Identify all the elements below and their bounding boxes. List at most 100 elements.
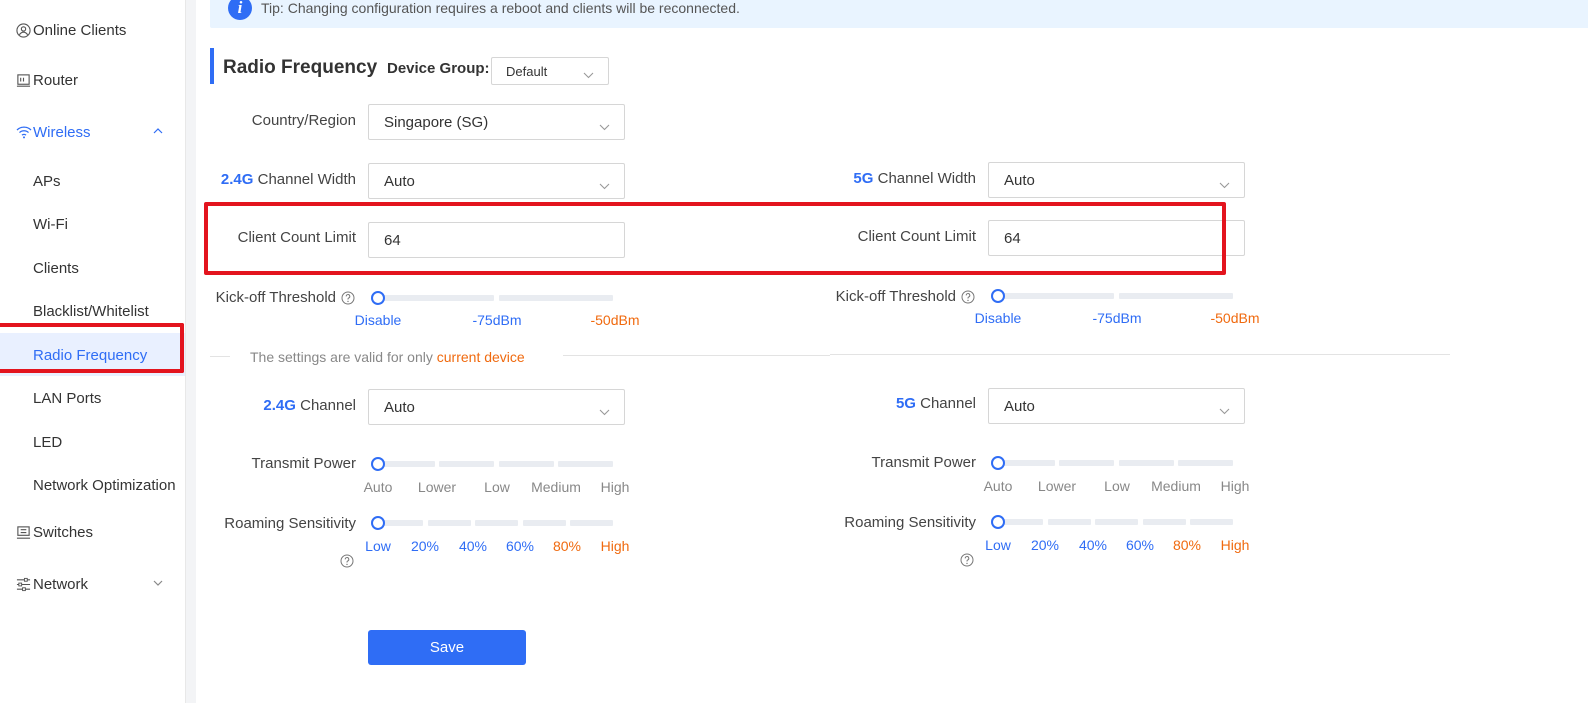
sidebar-item-network[interactable]: Network: [0, 572, 200, 596]
help-icon[interactable]: [961, 290, 975, 304]
slider-tick: 40%: [458, 538, 488, 554]
channel-24-label: 2.4G Channel: [200, 397, 356, 414]
slider-segment: [1143, 519, 1186, 525]
slider-tick: -50dBm: [1210, 310, 1260, 326]
chevron-down-icon: [599, 118, 610, 131]
kickoff-5-knob[interactable]: [991, 289, 1005, 303]
save-button[interactable]: Save: [368, 630, 526, 665]
channel-text: Channel: [295, 397, 356, 414]
divider-text: The settings are valid for only current …: [250, 349, 525, 365]
sidebar-label: LAN Ports: [33, 389, 102, 407]
sidebar-item-switches[interactable]: Switches: [0, 520, 200, 544]
slider-tick: Auto: [363, 479, 393, 495]
help-icon[interactable]: [341, 291, 355, 305]
channel-width-5-select[interactable]: Auto: [988, 162, 1245, 198]
slider-segment: [499, 461, 554, 467]
sidebar-label: Wireless: [33, 123, 91, 141]
sidebar-label: Clients: [33, 259, 79, 277]
tip-text: Tip: Changing configuration requires a r…: [261, 0, 740, 16]
band-24-label: 2.4G: [263, 397, 296, 414]
slider-tick: High: [1220, 478, 1250, 494]
kickoff-24-label: Kick-off Threshold: [215, 289, 336, 306]
chevron-down-icon: [1219, 176, 1230, 189]
channel-width-text: Channel Width: [253, 171, 356, 188]
slider-tick: -75dBm: [1092, 310, 1142, 326]
channel-5-select[interactable]: Auto: [988, 388, 1245, 424]
slider-segment: [1178, 460, 1233, 466]
sidebar-label: Online Clients: [33, 21, 127, 39]
slider-segment: [378, 295, 494, 301]
divider-line: [210, 356, 230, 357]
slider-segment: [1190, 519, 1233, 525]
transmit-power-24-knob[interactable]: [371, 457, 385, 471]
content-gutter: [186, 0, 196, 703]
slider-segment: [558, 461, 613, 467]
slider-tick: 20%: [410, 538, 440, 554]
router-icon: [15, 72, 32, 89]
slider-segment: [499, 295, 613, 301]
transmit-power-24-slider[interactable]: [378, 461, 613, 467]
sidebar-label: Network Optimization: [33, 476, 176, 494]
slider-tick: High: [600, 479, 630, 495]
transmit-power-5-slider[interactable]: [998, 460, 1233, 466]
sidebar-label: Router: [33, 71, 79, 89]
sidebar-item-router[interactable]: Router: [0, 68, 200, 92]
slider-tick: Medium: [1151, 478, 1201, 494]
band-24-label: 2.4G: [220, 171, 254, 188]
slider-segment: [1119, 460, 1174, 466]
channel-width-text: Channel Width: [873, 170, 976, 187]
slider-segment: [523, 520, 566, 526]
channel-text: Channel: [915, 395, 976, 412]
transmit-power-5-label: Transmit Power: [871, 454, 976, 471]
slider-tick: Auto: [983, 478, 1013, 494]
kickoff-5-slider[interactable]: [998, 293, 1233, 299]
sliders-icon: [15, 576, 32, 593]
country-value: Singapore (SG): [384, 113, 489, 131]
sidebar-label: Blacklist/Whitelist: [33, 302, 149, 320]
channel-5-value: Auto: [1004, 397, 1035, 415]
slider-segment: [1048, 519, 1091, 525]
slider-segment: [475, 520, 518, 526]
channel-width-24-select[interactable]: Auto: [368, 163, 625, 199]
roaming-5-knob[interactable]: [991, 515, 1005, 529]
sidebar-item-wireless[interactable]: Wireless: [0, 120, 200, 144]
page-title: Radio Frequency: [223, 57, 378, 78]
country-label: Country/Region: [251, 112, 356, 129]
sidebar-label: APs: [33, 172, 61, 190]
slider-segment: [1059, 460, 1114, 466]
country-select[interactable]: Singapore (SG): [368, 104, 625, 140]
slider-segment: [1119, 293, 1233, 299]
chevron-down-icon: [1219, 402, 1230, 415]
channel-24-value: Auto: [384, 398, 415, 416]
divider-line: [563, 355, 830, 356]
roaming-5-slider[interactable]: [998, 519, 1233, 525]
slider-tick: Lower: [417, 479, 457, 495]
kickoff-24-slider[interactable]: [378, 295, 613, 301]
help-icon[interactable]: [340, 554, 354, 568]
device-group-select[interactable]: Default: [491, 57, 609, 85]
roaming-24-label: Roaming Sensitivity: [224, 515, 356, 532]
slider-segment: [428, 520, 471, 526]
roaming-24-slider[interactable]: [378, 520, 613, 526]
channel-24-select[interactable]: Auto: [368, 389, 625, 425]
switch-icon: [15, 524, 32, 541]
roaming-5-label: Roaming Sensitivity: [844, 514, 976, 531]
slider-tick: Disable: [354, 312, 402, 328]
slider-segment: [570, 520, 613, 526]
divider-text-prefix: The settings are valid for only: [250, 349, 437, 365]
transmit-power-5-knob[interactable]: [991, 456, 1005, 470]
channel-width-24-label: 2.4G Channel Width: [200, 171, 356, 188]
sidebar-item-online-clients[interactable]: Online Clients: [0, 18, 200, 42]
slider-tick: Low: [985, 537, 1011, 553]
help-icon[interactable]: [960, 553, 974, 567]
roaming-24-knob[interactable]: [371, 516, 385, 530]
chevron-down-icon: [152, 576, 164, 588]
wifi-icon: [15, 124, 32, 141]
slider-tick: 40%: [1078, 537, 1108, 553]
slider-segment: [439, 461, 494, 467]
highlight-box-client-count: [204, 202, 1226, 275]
title-accent-bar: [210, 48, 214, 84]
user-circle-icon: [15, 22, 32, 39]
kickoff-24-knob[interactable]: [371, 291, 385, 305]
divider-text-highlight: current device: [436, 349, 525, 365]
